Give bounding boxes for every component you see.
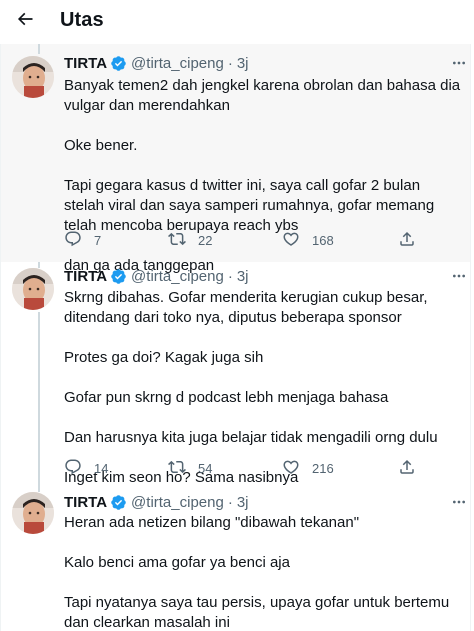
reply-count: 7	[94, 232, 102, 248]
tweet-header: TIRTA @tirta_cipeng · 3j	[64, 267, 249, 285]
retweet-count: 54	[198, 460, 213, 476]
author-handle[interactable]: @tirta_cipeng	[131, 494, 224, 511]
tweet-paragraph: Skrng dibahas. Gofar menderita kerugian …	[64, 289, 428, 326]
thread-line	[38, 312, 40, 486]
share-button[interactable]	[398, 458, 416, 478]
like-button[interactable]: 216	[282, 458, 334, 478]
like-button[interactable]: 168	[282, 230, 334, 250]
tweet-paragraph: Gofar pun skrng d podcast lebh menjaga b…	[64, 389, 389, 406]
more-options-icon[interactable]	[450, 267, 468, 285]
author-handle[interactable]: @tirta_cipeng	[131, 268, 224, 285]
reply-button[interactable]: 14	[64, 458, 108, 478]
top-bar: Utas	[0, 0, 474, 44]
tweet-text: Heran ada netizen bilang "dibawah tekana…	[64, 513, 464, 631]
author-name[interactable]: TIRTA	[64, 268, 107, 285]
more-options-icon[interactable]	[450, 493, 468, 511]
tweet-paragraph: Oke bener.	[64, 137, 138, 154]
reply-icon	[64, 230, 82, 251]
tweet[interactable]: TIRTA @tirta_cipeng · 3j Banyak temen2 d…	[1, 44, 470, 274]
tweet-actions: 7 22 168	[64, 230, 444, 250]
tweet[interactable]: TIRTA @tirta_cipeng · 3j Heran ada netiz…	[1, 486, 470, 631]
retweet-button[interactable]: 54	[168, 458, 212, 478]
separator-dot: ·	[227, 267, 233, 285]
divider	[470, 44, 471, 631]
reply-button[interactable]: 7	[64, 230, 101, 250]
tweet-paragraph: Kalo benci ama gofar ya benci aja	[64, 554, 290, 571]
tweet-paragraph: Banyak temen2 dah jengkel karena obrolan…	[64, 77, 461, 114]
like-count: 216	[312, 460, 334, 476]
tweet-actions: 14 54 216	[64, 458, 444, 478]
avatar[interactable]	[12, 56, 54, 98]
heart-icon	[282, 458, 300, 479]
separator-dot: ·	[227, 54, 233, 72]
verified-badge-icon	[110, 268, 127, 285]
retweet-icon	[168, 458, 186, 479]
page-title: Utas	[60, 9, 104, 31]
retweet-icon	[168, 230, 186, 251]
thread-line	[38, 44, 40, 54]
avatar[interactable]	[12, 492, 54, 534]
like-count: 168	[312, 232, 334, 248]
tweet-paragraph: Tapi gegara kasus d twitter ini, saya ca…	[64, 177, 435, 234]
more-options-icon[interactable]	[450, 54, 468, 72]
tweet-paragraph: Dan harusnya kita juga belajar tidak men…	[64, 429, 438, 446]
verified-badge-icon	[110, 55, 127, 72]
retweet-count: 22	[198, 232, 213, 248]
back-button[interactable]	[8, 4, 42, 38]
author-handle[interactable]: @tirta_cipeng	[131, 55, 224, 72]
tweet-header: TIRTA @tirta_cipeng · 3j	[64, 54, 249, 72]
heart-icon	[282, 230, 300, 251]
tweet-paragraph: Heran ada netizen bilang "dibawah tekana…	[64, 514, 360, 531]
thread-line	[38, 262, 40, 268]
avatar[interactable]	[12, 268, 54, 310]
tweet[interactable]: TIRTA @tirta_cipeng · 3j Skrng dibahas. …	[1, 262, 470, 486]
separator-dot: ·	[227, 493, 233, 511]
share-button[interactable]	[398, 230, 416, 250]
tweet-paragraph: Protes ga doi? Kagak juga sih	[64, 349, 264, 366]
author-name[interactable]: TIRTA	[64, 55, 107, 72]
thread-line	[38, 486, 40, 492]
share-icon	[398, 458, 416, 479]
timestamp[interactable]: 3j	[237, 268, 249, 285]
author-name[interactable]: TIRTA	[64, 494, 107, 511]
tweet-paragraph: Tapi nyatanya saya tau persis, upaya gof…	[64, 594, 450, 631]
timestamp[interactable]: 3j	[237, 494, 249, 511]
verified-badge-icon	[110, 494, 127, 511]
reply-count: 14	[94, 460, 109, 476]
arrow-left-icon	[15, 9, 35, 34]
retweet-button[interactable]: 22	[168, 230, 212, 250]
share-icon	[398, 230, 416, 251]
reply-icon	[64, 458, 82, 479]
timestamp[interactable]: 3j	[237, 55, 249, 72]
tweet-header: TIRTA @tirta_cipeng · 3j	[64, 493, 249, 511]
